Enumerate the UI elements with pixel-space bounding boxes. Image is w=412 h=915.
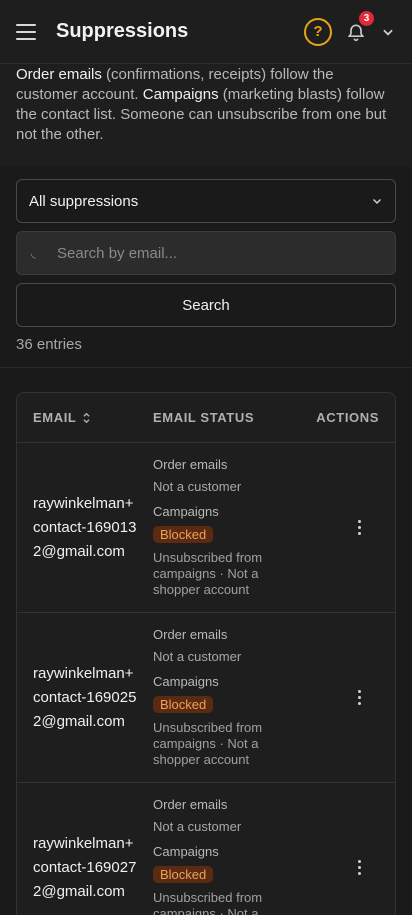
table-row: raywinkelman+contact-1690252@gmail.com O…: [17, 613, 395, 783]
status-badge: Blocked: [153, 526, 214, 543]
order-emails-value: Not a customer: [153, 649, 242, 664]
column-header-email[interactable]: EMAIL: [17, 410, 137, 425]
order-emails-label: Order emails: [153, 797, 228, 812]
order-emails-label: Order emails: [153, 457, 228, 472]
intro-text: Order emails (confirmations, receipts) f…: [0, 64, 412, 167]
kebab-menu-icon[interactable]: [358, 860, 361, 875]
suppression-filter-select[interactable]: All suppressions: [16, 179, 396, 223]
intro-term-campaigns: Campaigns: [142, 86, 219, 103]
filters-section: All suppressions ◟ Search 36 entries: [0, 167, 412, 368]
row-email: raywinkelman+contact-1690132@gmail.com: [33, 494, 137, 560]
status-note: Unsubscribed from campaigns · Not a shop…: [153, 890, 263, 915]
column-header-status: EMAIL STATUS: [153, 410, 255, 425]
row-status: Order emails Not a customer Campaigns Bl…: [137, 627, 315, 768]
row-status: Order emails Not a customer Campaigns Bl…: [137, 457, 315, 598]
kebab-menu-icon[interactable]: [358, 690, 361, 705]
select-value: All suppressions: [29, 192, 139, 210]
chevron-down-icon: [372, 198, 382, 205]
order-emails-value: Not a customer: [153, 819, 242, 834]
row-email: raywinkelman+contact-1690272@gmail.com: [33, 834, 137, 900]
hamburger-icon[interactable]: [16, 20, 40, 44]
campaigns-label: Campaigns: [153, 674, 219, 689]
row-email: raywinkelman+contact-1690252@gmail.com: [33, 664, 137, 730]
table-row: raywinkelman+contact-1690132@gmail.com O…: [17, 443, 395, 613]
row-status: Order emails Not a customer Campaigns Bl…: [137, 797, 315, 915]
intro-term-orders: Order emails: [16, 66, 102, 83]
search-input[interactable]: [57, 244, 381, 262]
search-field[interactable]: ◟: [16, 231, 396, 275]
column-header-actions: ACTIONS: [316, 410, 379, 425]
notifications-button[interactable]: 3: [346, 10, 374, 44]
help-icon[interactable]: ?: [304, 17, 332, 46]
notification-count-badge: 3: [359, 10, 374, 26]
entries-count: 36 entries: [16, 336, 82, 353]
sort-icon: [83, 412, 91, 423]
table-row: raywinkelman+contact-1690272@gmail.com O…: [17, 783, 395, 915]
page-title: Suppressions: [56, 20, 189, 42]
table-header: EMAIL EMAIL STATUS ACTIONS: [17, 393, 395, 443]
top-app-bar: Suppressions ? 3: [0, 0, 412, 64]
status-note: Unsubscribed from campaigns · Not a shop…: [153, 720, 263, 767]
campaigns-label: Campaigns: [153, 504, 219, 519]
status-badge: Blocked: [153, 866, 214, 883]
campaigns-label: Campaigns: [153, 844, 219, 859]
order-emails-value: Not a customer: [153, 479, 242, 494]
status-note: Unsubscribed from campaigns · Not a shop…: [153, 550, 263, 597]
search-icon: ◟: [31, 246, 36, 260]
suppressions-table: EMAIL EMAIL STATUS ACTIONS raywinkelman+…: [16, 392, 396, 915]
status-badge: Blocked: [153, 696, 214, 713]
search-button[interactable]: Search: [16, 283, 396, 327]
kebab-menu-icon[interactable]: [358, 520, 361, 535]
chevron-down-icon[interactable]: [380, 24, 396, 40]
order-emails-label: Order emails: [153, 627, 228, 642]
